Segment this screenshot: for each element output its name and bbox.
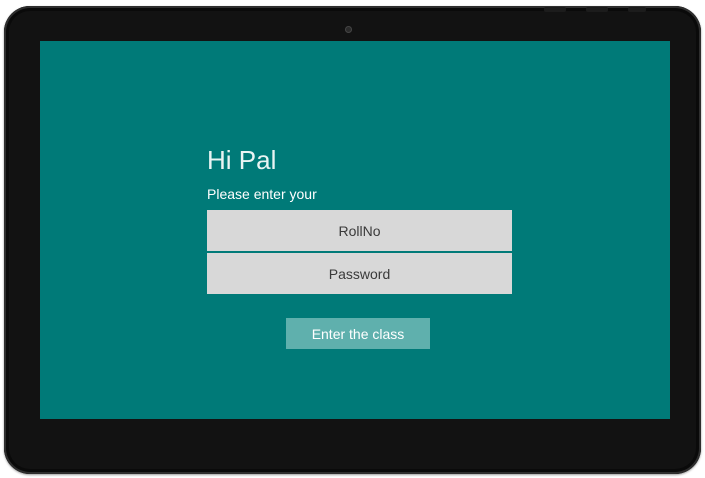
hardware-button [628,7,646,12]
password-input[interactable] [207,253,512,294]
login-screen: Hi Pal Please enter your Enter the class [40,41,670,419]
enter-class-button[interactable]: Enter the class [286,318,430,349]
rollno-input[interactable] [207,210,512,251]
front-camera-icon [345,26,352,33]
greeting-title: Hi Pal [207,145,277,175]
instruction-text: Please enter your [207,186,317,202]
hardware-button [586,7,608,12]
hardware-button [544,7,566,12]
